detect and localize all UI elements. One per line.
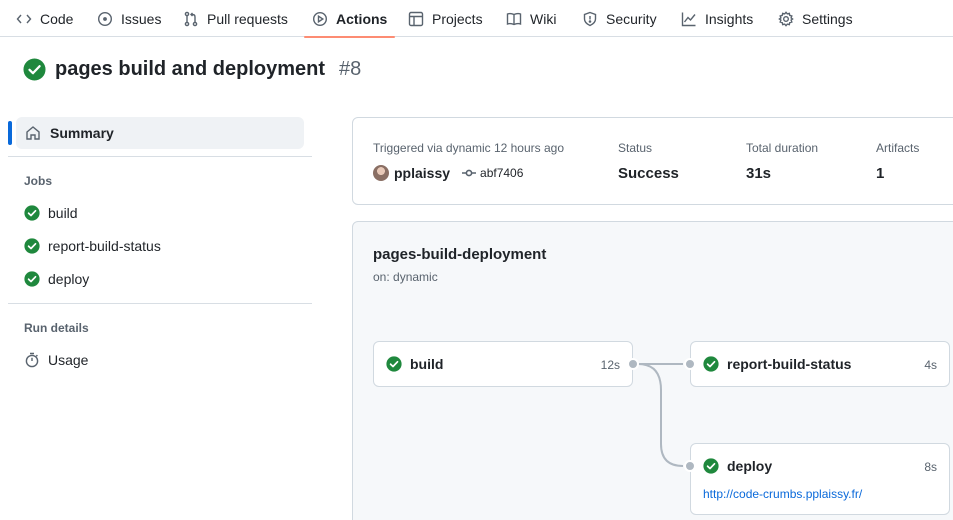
sidebar-divider <box>8 303 312 304</box>
success-check-icon <box>24 238 40 254</box>
graph-icon <box>681 12 696 26</box>
sidebar-divider <box>8 156 312 157</box>
avatar[interactable] <box>373 165 389 181</box>
tab-wiki-label: Wiki <box>530 10 557 27</box>
job-name: report-build-status <box>727 356 852 372</box>
connector-node <box>684 460 696 472</box>
job-card-deploy[interactable]: deploy 8s http://code-crumbs.pplaissy.fr… <box>690 443 950 515</box>
tab-insights[interactable]: Insights <box>681 0 753 37</box>
play-icon <box>312 11 328 26</box>
job-duration: 12s <box>600 358 620 372</box>
run-title-text: pages build and deployment <box>55 58 326 80</box>
status-label: Status <box>618 141 653 155</box>
job-header: deploy <box>703 458 772 474</box>
run-summary-card: Triggered via dynamic 12 hours ago pplai… <box>352 117 953 205</box>
tab-settings-label: Settings <box>802 10 853 27</box>
home-icon <box>26 126 40 140</box>
tab-security-label: Security <box>606 10 657 27</box>
commit-ref[interactable]: abf7406 <box>461 165 523 181</box>
issue-icon <box>97 11 113 26</box>
sidebar-job-deploy[interactable]: deploy <box>24 271 89 287</box>
sidebar-item-summary[interactable]: Summary <box>16 117 304 149</box>
connector-node <box>684 358 696 370</box>
sidebar-item-usage[interactable]: Usage <box>24 352 88 368</box>
table-icon <box>408 11 424 26</box>
commit-icon <box>462 169 477 177</box>
tab-issues-label: Issues <box>121 10 162 27</box>
tab-pull-requests-label: Pull requests <box>207 10 288 27</box>
sidebar-job-label: deploy <box>48 271 90 287</box>
job-header: build <box>386 356 443 372</box>
code-icon <box>16 14 32 23</box>
tab-actions[interactable]: Actions <box>303 0 396 38</box>
actor: pplaissy abf7406 <box>373 165 523 181</box>
success-check-icon <box>23 58 46 81</box>
actor-name[interactable]: pplaissy <box>394 165 450 181</box>
job-duration: 4s <box>924 358 937 372</box>
success-check-icon <box>386 356 402 372</box>
tab-code-label: Code <box>40 10 74 27</box>
shield-icon <box>583 11 597 26</box>
sidebar-summary-label: Summary <box>50 125 114 141</box>
commit-sha: abf7406 <box>480 166 524 180</box>
success-check-icon <box>24 205 40 221</box>
duration-value: 31s <box>746 165 772 182</box>
tab-pull-requests[interactable]: Pull requests <box>183 0 288 37</box>
tab-wiki[interactable]: Wiki <box>506 0 556 37</box>
tab-issues[interactable]: Issues <box>97 0 161 37</box>
repo-nav: Code Issues Pull requests Actions Projec… <box>0 0 953 38</box>
tab-code[interactable]: Code <box>16 0 73 37</box>
run-title: pages build and deployment #8 <box>23 58 361 81</box>
job-name: deploy <box>727 458 773 474</box>
artifacts-label: Artifacts <box>876 141 920 155</box>
job-name: build <box>410 356 444 372</box>
workflow-graph: pages-build-deployment on: dynamic build… <box>352 221 953 520</box>
sidebar-usage-label: Usage <box>48 352 89 368</box>
run-number: #8 <box>339 58 362 80</box>
run-details-heading: Run details <box>24 321 89 335</box>
gear-icon <box>778 10 794 27</box>
success-check-icon <box>703 458 719 474</box>
artifacts-value[interactable]: 1 <box>876 165 884 182</box>
job-header: report-build-status <box>703 356 851 372</box>
tab-actions-label: Actions <box>336 10 388 27</box>
tab-security[interactable]: Security <box>582 0 657 37</box>
tab-projects[interactable]: Projects <box>408 0 483 37</box>
sidebar-job-label: report-build-status <box>48 238 161 254</box>
success-check-icon <box>24 271 40 287</box>
book-icon <box>506 12 522 25</box>
jobs-heading: Jobs <box>24 174 53 188</box>
status-value: Success <box>618 165 679 182</box>
triggered-label: Triggered via dynamic 12 hours ago <box>373 141 564 155</box>
tab-insights-label: Insights <box>705 10 754 27</box>
tab-projects-label: Projects <box>432 10 483 27</box>
job-duration: 8s <box>924 460 937 474</box>
stopwatch-icon <box>25 352 39 368</box>
pull-request-icon <box>184 11 198 26</box>
sidebar-job-build[interactable]: build <box>24 205 78 221</box>
summary-active-marker <box>8 121 12 145</box>
job-card-report-build-status[interactable]: report-build-status 4s <box>690 341 950 387</box>
connector-node <box>627 358 639 370</box>
sidebar-job-report-build-status[interactable]: report-build-status <box>24 238 161 254</box>
deployment-url-link[interactable]: http://code-crumbs.pplaissy.fr/ <box>703 487 862 501</box>
duration-label: Total duration <box>746 141 819 155</box>
job-card-build[interactable]: build 12s <box>373 341 633 387</box>
success-check-icon <box>703 356 719 372</box>
sidebar-job-label: build <box>48 205 78 221</box>
tab-settings[interactable]: Settings <box>778 0 853 37</box>
